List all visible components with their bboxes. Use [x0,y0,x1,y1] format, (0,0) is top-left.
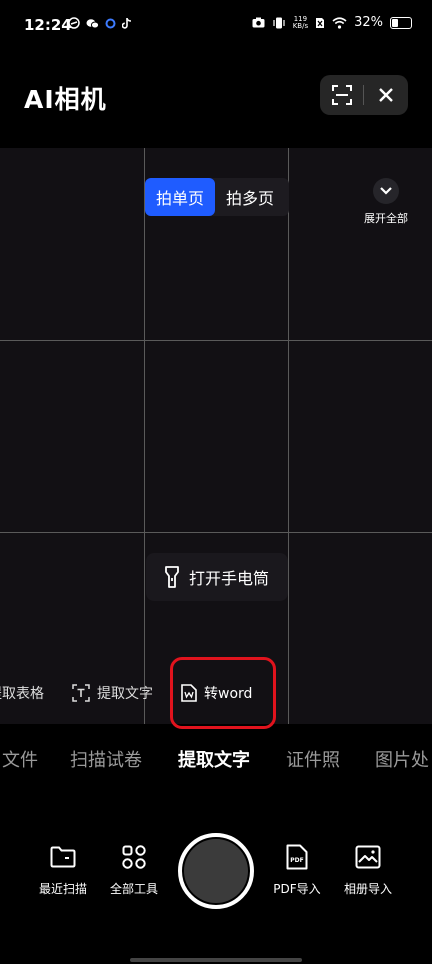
pdf-import-label: PDF导入 [273,882,321,896]
system-icons: 119 KB/s 32% [252,15,412,30]
grid-line [0,340,432,341]
multi-page-option[interactable]: 拍多页 [215,178,285,216]
tiktok-icon [122,18,132,29]
recent-scan-label: 最近扫描 [38,882,87,896]
album-import-button[interactable]: 相册导入 [333,842,403,897]
pdf-import-button[interactable]: PDF PDF导入 [262,842,332,897]
scan-frame-button[interactable] [320,75,363,115]
sim-off-icon [316,17,325,28]
all-tools-label: 全部工具 [109,882,158,896]
net-speed-unit: KB/s [292,21,309,30]
single-page-option[interactable]: 拍单页 [145,178,215,216]
wechat-icon [86,18,99,28]
sub-tab-label: 提取文字 [97,686,153,702]
page-title: AI相机 [24,85,107,114]
battery-percent: 32% [354,15,383,30]
recent-scan-button[interactable]: 最近扫描 [28,842,98,897]
camera-viewfinder[interactable] [0,148,432,724]
album-image-icon [355,845,381,869]
battery-icon [390,16,412,29]
highlight-box [170,657,276,729]
app-notification-icon [68,17,80,29]
sub-tab-extract-text[interactable]: 提取文字 [72,683,153,703]
flashlight-icon [165,566,179,588]
mode-tab-scan-exam[interactable]: 扫描试卷 [70,746,142,772]
status-bar: 12:24 119 KB/s 32% [0,0,432,52]
mode-tab-id-photo[interactable]: 证件照 [286,746,340,772]
svg-text:PDF: PDF [290,857,303,864]
close-icon [378,88,393,102]
grid-line [144,148,145,724]
mode-tab-image-process[interactable]: 图片处 [375,746,429,772]
chevron-down-icon [373,178,399,204]
album-import-label: 相册导入 [343,882,392,896]
page-mode-toggle: 拍单页 拍多页 [145,178,289,216]
close-button[interactable] [364,75,407,115]
grid-line [0,532,432,533]
shutter-inner [184,839,248,903]
folder-icon [50,846,76,868]
net-speed: 119 KB/s [292,15,309,30]
flashlight-button[interactable]: 打开手电筒 [146,553,288,601]
notification-icons [68,17,132,29]
scan-frame-icon [331,85,352,105]
text-extract-icon [72,684,90,702]
pdf-file-icon: PDF [286,844,308,870]
sub-tab-extract-table[interactable]: 提取表格 [0,683,44,703]
status-time: 12:24 [24,16,72,34]
vibrate-icon [273,17,285,28]
mode-tab-extract-text[interactable]: 提取文字 [178,746,250,772]
grid-line [288,148,289,724]
sub-tab-label: 提取表格 [0,686,44,702]
expand-all-button[interactable]: 展开全部 [362,178,410,226]
header-controls [320,75,408,115]
flashlight-label: 打开手电筒 [188,569,269,588]
home-indicator[interactable] [130,958,302,962]
all-tools-button[interactable]: 全部工具 [99,842,169,897]
camera-icon [252,17,265,28]
grid-apps-icon [122,845,146,869]
mode-tab-file[interactable]: 文件 [2,746,38,772]
shutter-button[interactable] [178,833,254,909]
blue-dot-icon [105,18,116,28]
wifi-icon [332,16,347,29]
expand-all-label: 展开全部 [364,212,408,225]
